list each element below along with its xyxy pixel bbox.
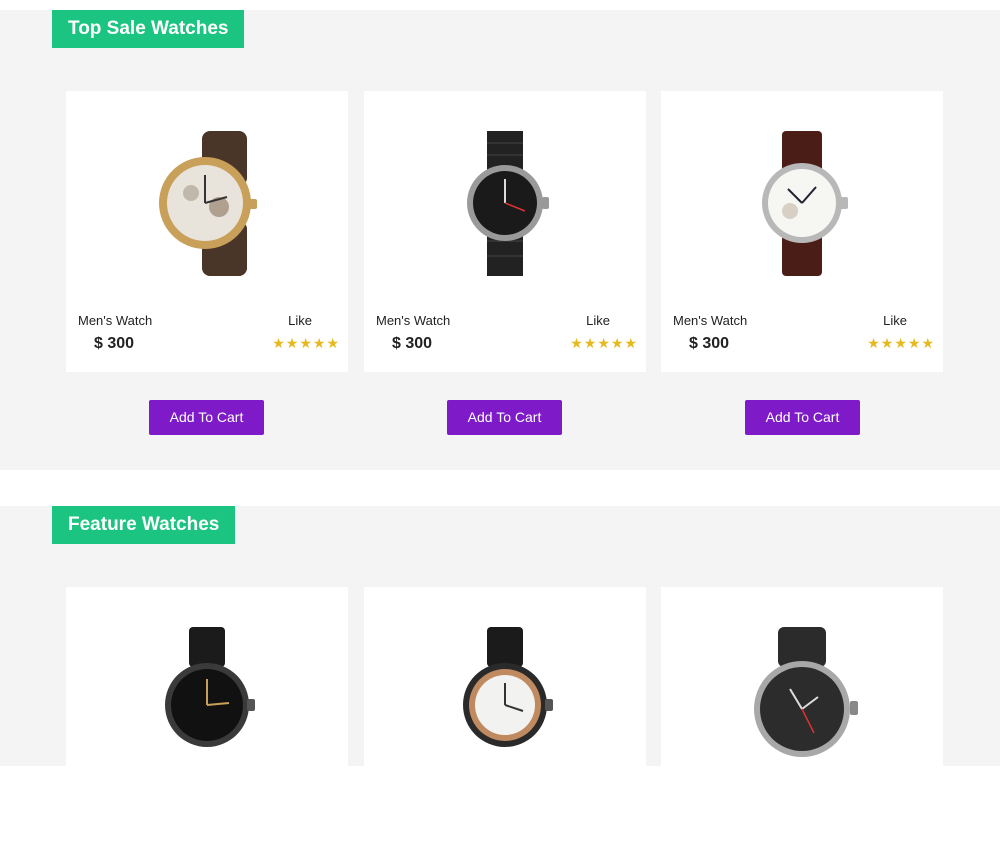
watch-black-gold-icon: [165, 627, 255, 747]
top-sale-section: Top Sale Watches Men's Watch Like $ 300 …: [0, 10, 1000, 470]
product-name: Men's Watch: [78, 313, 153, 328]
like-label[interactable]: Like: [883, 313, 907, 328]
product-card[interactable]: [661, 587, 943, 868]
smartwatch-icon: [754, 627, 858, 757]
product-name: Men's Watch: [673, 313, 748, 328]
product-image[interactable]: [364, 627, 646, 777]
watch-gold-icon: [159, 131, 257, 276]
rating-stars: ★★★★★: [570, 335, 638, 351]
product-image[interactable]: [661, 627, 943, 777]
rating-stars: ★★★★★: [272, 335, 340, 351]
product-price: $ 300: [94, 335, 135, 352]
watch-rosegold-icon: [463, 627, 553, 747]
product-name: Men's Watch: [376, 313, 451, 328]
product-image[interactable]: [66, 131, 348, 281]
product-price: $ 300: [689, 335, 730, 352]
like-label[interactable]: Like: [586, 313, 610, 328]
product-image[interactable]: [661, 131, 943, 281]
add-to-cart-button[interactable]: Add To Cart: [447, 400, 562, 435]
watch-black-icon: [467, 131, 549, 276]
add-to-cart-button[interactable]: Add To Cart: [149, 400, 264, 435]
product-image[interactable]: [364, 131, 646, 281]
product-card[interactable]: Men's Watch Like $ 300 ★★★★★: [661, 91, 943, 372]
product-card[interactable]: [364, 587, 646, 868]
section-title-top-sale: Top Sale Watches: [52, 10, 245, 48]
product-image[interactable]: [66, 627, 348, 777]
product-card[interactable]: [66, 587, 348, 868]
product-price: $ 300: [392, 335, 433, 352]
like-label[interactable]: Like: [288, 313, 312, 328]
feature-section: Feature Watches: [0, 506, 1000, 868]
product-card[interactable]: Men's Watch Like $ 300 ★★★★★: [364, 91, 646, 372]
product-card[interactable]: Men's Watch Like $ 300 ★★★★★: [66, 91, 348, 372]
section-title-feature: Feature Watches: [52, 506, 236, 544]
watch-silver-icon: [762, 131, 848, 276]
add-to-cart-button[interactable]: Add To Cart: [745, 400, 860, 435]
rating-stars: ★★★★★: [867, 335, 935, 351]
